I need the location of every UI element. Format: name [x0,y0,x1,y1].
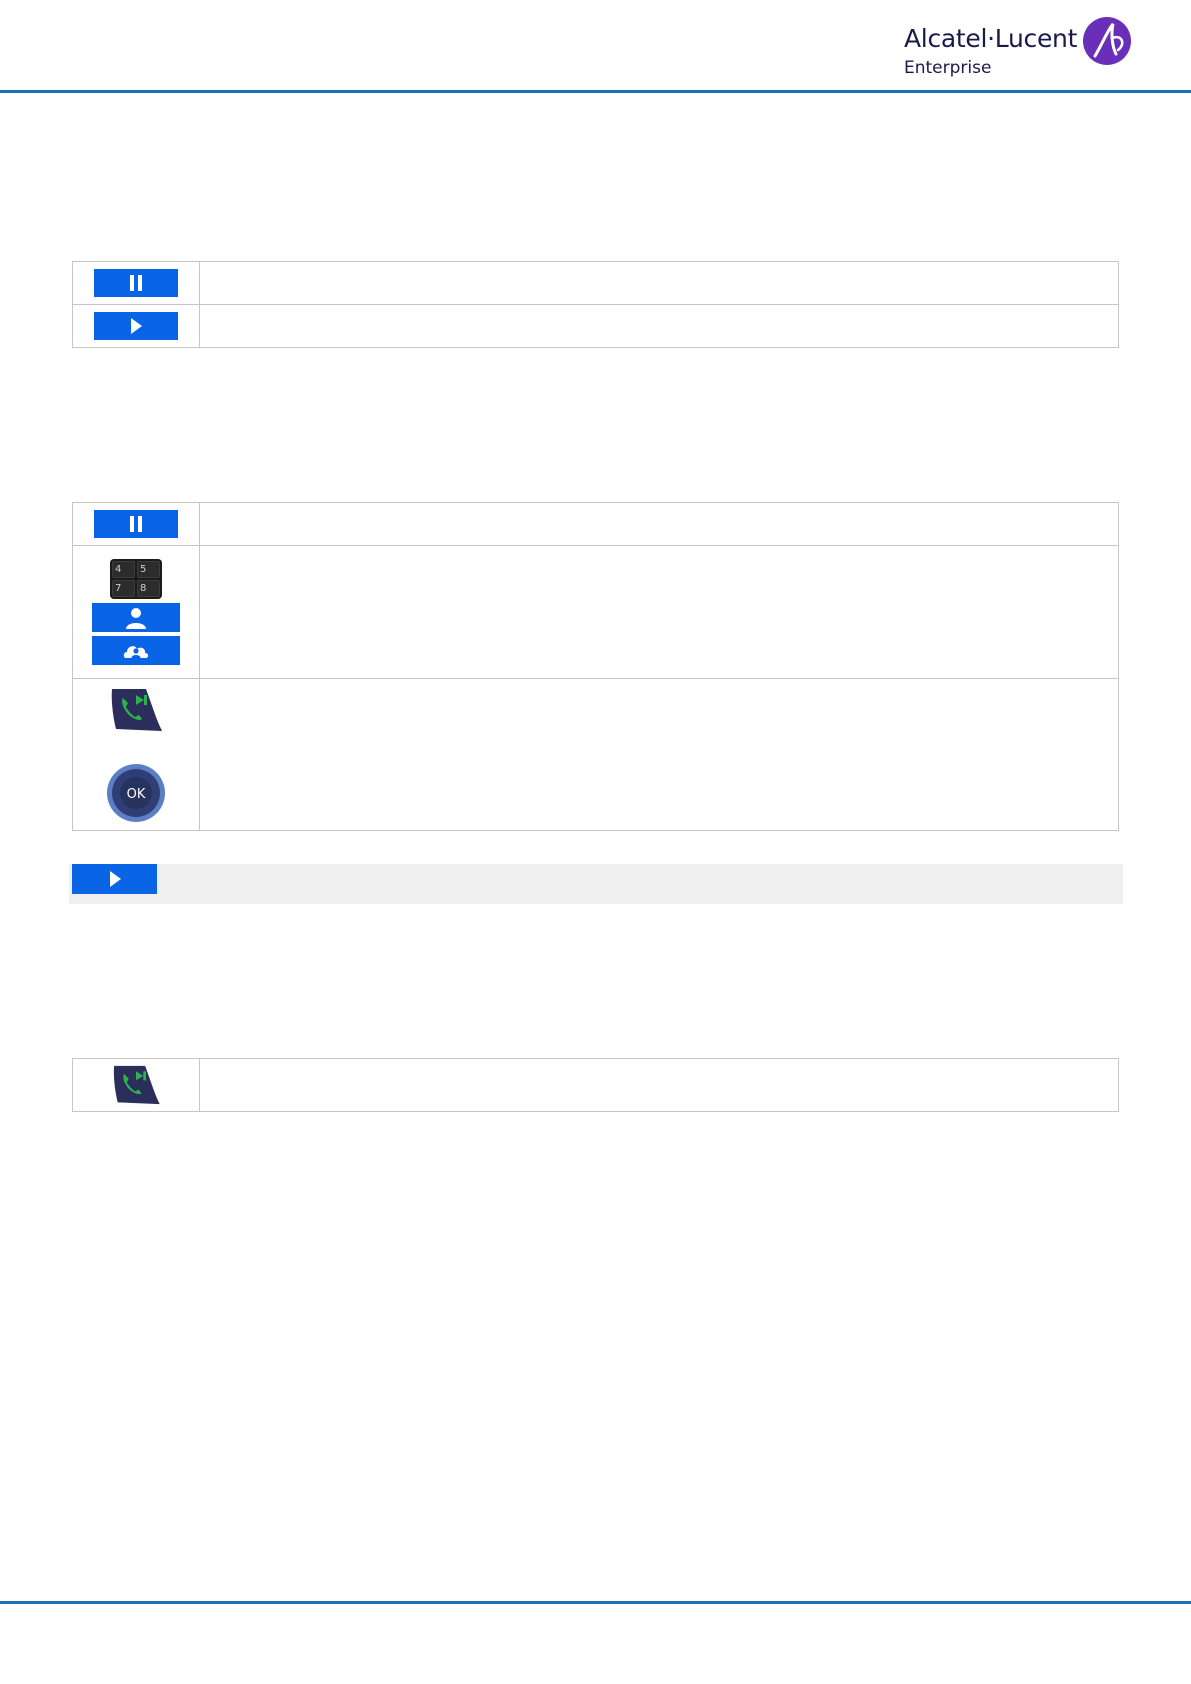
keypad-key-5: 5 [137,561,160,578]
icon-cell [72,502,200,546]
icon-cell: 4 5 7 8 [72,545,200,679]
alcatel-lucent-logo-icon [1083,17,1131,65]
table-row [72,304,1119,348]
description-cell [199,261,1119,305]
table-row: OK [72,678,1119,831]
note-bar [69,864,1123,904]
offhook-call-icon[interactable] [108,1064,164,1106]
table-row [72,1058,1119,1112]
play-icon [131,318,142,334]
table-row: 4 5 7 8 [72,545,1119,679]
key-table-1 [72,261,1119,348]
icon-cell [72,1058,200,1112]
keypad-key-4: 4 [112,561,135,578]
key-table-3 [72,1058,1119,1112]
directory-key[interactable] [92,636,180,665]
ok-label: OK [127,787,146,802]
icon-cell [72,304,200,348]
play-key[interactable] [94,312,178,340]
contact-key[interactable] [92,603,180,632]
table-row [72,502,1119,546]
keypad-key-8: 8 [137,580,160,597]
directory-icon [123,645,149,658]
offhook-call-icon[interactable] [108,687,164,733]
play-icon [109,871,121,887]
ok-button-icon[interactable]: OK [106,763,166,823]
person-icon [126,607,146,629]
keypad-key-7: 7 [112,580,135,597]
keypad-icon[interactable]: 4 5 7 8 [110,559,162,599]
description-cell [199,545,1119,679]
pause-key[interactable] [94,510,178,538]
description-cell [199,678,1119,831]
pause-icon [130,516,142,532]
brand-subtitle: Enterprise [904,58,992,78]
play-key[interactable] [72,864,157,894]
pause-icon [130,275,142,291]
icon-cell: OK [72,678,200,831]
key-table-2: 4 5 7 8 OK [72,502,1119,831]
description-cell [199,502,1119,546]
pause-key[interactable] [94,269,178,297]
header-rule [0,90,1191,93]
description-cell [199,304,1119,348]
company-logo: Alcatel·Lucent Enterprise [904,14,1134,84]
brand-name: Alcatel·Lucent [904,24,1078,53]
icon-cell [72,261,200,305]
table-row [72,261,1119,305]
footer-rule [0,1601,1191,1604]
description-cell [199,1058,1119,1112]
